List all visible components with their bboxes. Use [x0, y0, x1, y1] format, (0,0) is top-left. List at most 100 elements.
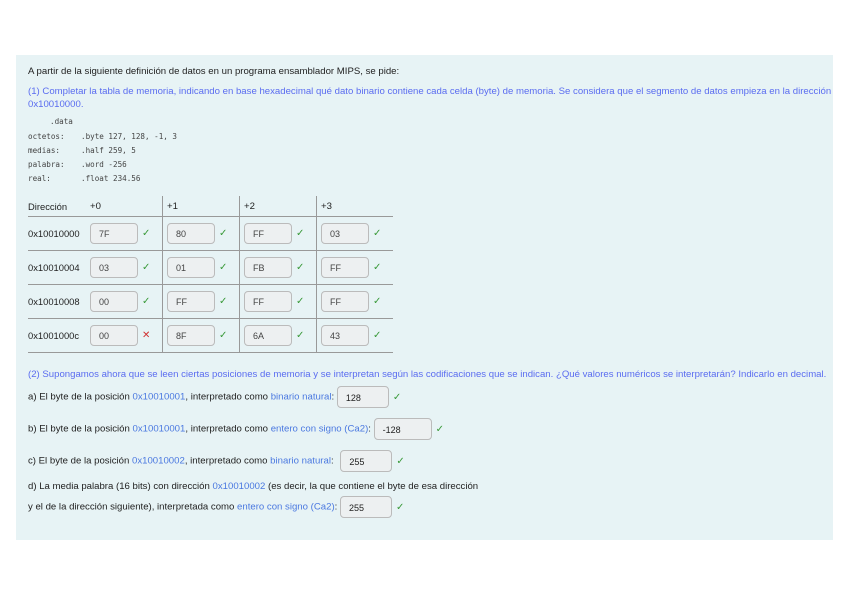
address-ref: 0x10010001: [132, 423, 186, 435]
code-directive: .half 259, 5: [81, 146, 136, 155]
correct-check-icon: ✓: [396, 455, 405, 467]
memory-cell: 6A ✓: [239, 318, 317, 353]
memory-cell: FF ✓: [162, 284, 240, 319]
memory-cell: 7F ✓: [88, 216, 163, 251]
byte-input[interactable]: FF: [167, 291, 215, 312]
memory-cell: FF ✓: [239, 216, 317, 251]
column-header: +0: [90, 200, 101, 212]
byte-input[interactable]: 8F: [167, 325, 215, 346]
table-row: 0x10010000 7F ✓ 80 ✓ FF ✓ 03 ✓: [28, 216, 393, 251]
memory-cell: FF ✓: [316, 284, 393, 319]
question-text: b) El byte de la posición: [28, 423, 133, 435]
incorrect-cross-icon: ✕: [142, 330, 151, 341]
byte-input[interactable]: 7F: [90, 223, 138, 244]
correct-check-icon: ✓: [373, 296, 382, 307]
byte-input[interactable]: FF: [244, 291, 292, 312]
answer-a-input[interactable]: 128: [336, 386, 389, 408]
part1-text-2: 0x10010000.: [28, 99, 84, 110]
correct-check-icon: ✓: [219, 296, 228, 307]
correct-check-icon: ✓: [142, 296, 151, 307]
correct-check-icon: ✓: [142, 228, 151, 239]
intro-text: A partir de la siguiente definición de d…: [28, 66, 400, 77]
encoding-type: binario natural: [270, 455, 331, 467]
address-ref: 0x10010002: [132, 455, 185, 467]
question-text: :: [330, 455, 334, 467]
question-text: c) El byte de la posición: [28, 455, 132, 467]
question-text: , interpretado como: [185, 423, 271, 435]
code-directive: .float 234.56: [81, 174, 141, 183]
encoding-type: entero con signo (Ca2): [270, 423, 369, 435]
correct-check-icon: ✓: [373, 262, 382, 273]
table-row: 0x1001000c 00 ✕ 8F ✓ 6A ✓ 43 ✓: [28, 318, 393, 353]
column-header: +3: [316, 196, 393, 217]
question-text: a) El byte de la posición: [28, 391, 133, 403]
memory-cell: 03 ✓: [88, 250, 163, 285]
question-text: , interpretado como: [184, 455, 271, 467]
correct-check-icon: ✓: [219, 262, 228, 273]
question-text: , interpretado como: [185, 391, 271, 403]
answer-d-input[interactable]: 255: [339, 496, 392, 518]
byte-input[interactable]: FB: [244, 257, 292, 278]
memory-cell: FF ✓: [316, 250, 393, 285]
memory-table: Dirección +0 +1 +2 +3 0x10010000 7F ✓ 80 ✓ FF…: [28, 196, 393, 353]
question-text: y el de la dirección siguiente), interpr…: [28, 501, 238, 513]
correct-check-icon: ✓: [296, 330, 305, 341]
byte-input[interactable]: 43: [321, 325, 369, 346]
code-directive: .byte 127, 128, -1, 3: [81, 132, 178, 141]
code-label: medias:: [28, 146, 61, 155]
byte-input[interactable]: 00: [90, 291, 138, 312]
correct-check-icon: ✓: [296, 296, 305, 307]
question-a: a) El byte de la posición 0x10010001, in…: [28, 386, 401, 408]
byte-input[interactable]: 03: [90, 257, 138, 278]
byte-input[interactable]: 6A: [244, 325, 292, 346]
byte-input[interactable]: FF: [244, 223, 292, 244]
correct-check-icon: ✓: [435, 423, 445, 435]
question-text: :: [334, 501, 338, 513]
column-header: Dirección: [28, 200, 68, 212]
column-header: +1: [162, 196, 240, 217]
part2-intro: (2) Supongamos ahora que se leen ciertas…: [28, 369, 827, 380]
code-label: octetos:: [28, 132, 65, 141]
question-text: :: [331, 391, 335, 403]
row-address: 0x10010004: [28, 250, 88, 285]
row-address: 0x10010008: [28, 284, 88, 319]
correct-check-icon: ✓: [392, 391, 402, 403]
row-address: 0x1001000c: [28, 318, 88, 353]
memory-cell: 43 ✓: [316, 318, 393, 353]
question-text: (es decir, la que contiene el byte de es…: [265, 481, 479, 492]
memory-cell: 00 ✕: [88, 318, 163, 353]
memory-cell: 01 ✓: [162, 250, 240, 285]
byte-input[interactable]: FF: [321, 291, 369, 312]
answer-c-input[interactable]: 255: [340, 450, 393, 472]
column-header: +2: [239, 196, 317, 217]
correct-check-icon: ✓: [395, 501, 405, 513]
correct-check-icon: ✓: [219, 330, 228, 341]
memory-cell: 00 ✓: [88, 284, 163, 319]
memory-cell: 8F ✓: [162, 318, 240, 353]
question-text: :: [368, 423, 371, 435]
code-directive: .data: [50, 117, 73, 126]
memory-cell: FF ✓: [239, 284, 317, 319]
answer-b-input[interactable]: -128: [373, 418, 432, 440]
correct-check-icon: ✓: [296, 228, 305, 239]
correct-check-icon: ✓: [142, 262, 151, 273]
table-row: 0x10010004 03 ✓ 01 ✓ FB ✓ FF ✓: [28, 250, 393, 285]
code-directive: .word -256: [81, 160, 127, 169]
byte-input[interactable]: FF: [321, 257, 369, 278]
row-address: 0x10010000: [28, 216, 88, 251]
byte-input[interactable]: 80: [167, 223, 215, 244]
address-ref: 0x10010002: [212, 481, 266, 492]
address-ref: 0x10010001: [132, 391, 186, 403]
memory-cell: 80 ✓: [162, 216, 240, 251]
correct-check-icon: ✓: [219, 228, 228, 239]
code-label: palabra:: [28, 160, 65, 169]
code-label: real:: [28, 174, 51, 183]
part1-text: (1) Completar la tabla de memoria, indic…: [28, 86, 832, 97]
correct-check-icon: ✓: [373, 330, 382, 341]
table-header: Dirección +0 +1 +2 +3: [28, 196, 393, 217]
byte-input[interactable]: 01: [167, 257, 215, 278]
byte-input[interactable]: 00: [90, 325, 138, 346]
table-row: 0x10010008 00 ✓ FF ✓ FF ✓ FF ✓: [28, 284, 393, 319]
question-b: b) El byte de la posición 0x10010001, in…: [28, 418, 444, 440]
byte-input[interactable]: 03: [321, 223, 369, 244]
